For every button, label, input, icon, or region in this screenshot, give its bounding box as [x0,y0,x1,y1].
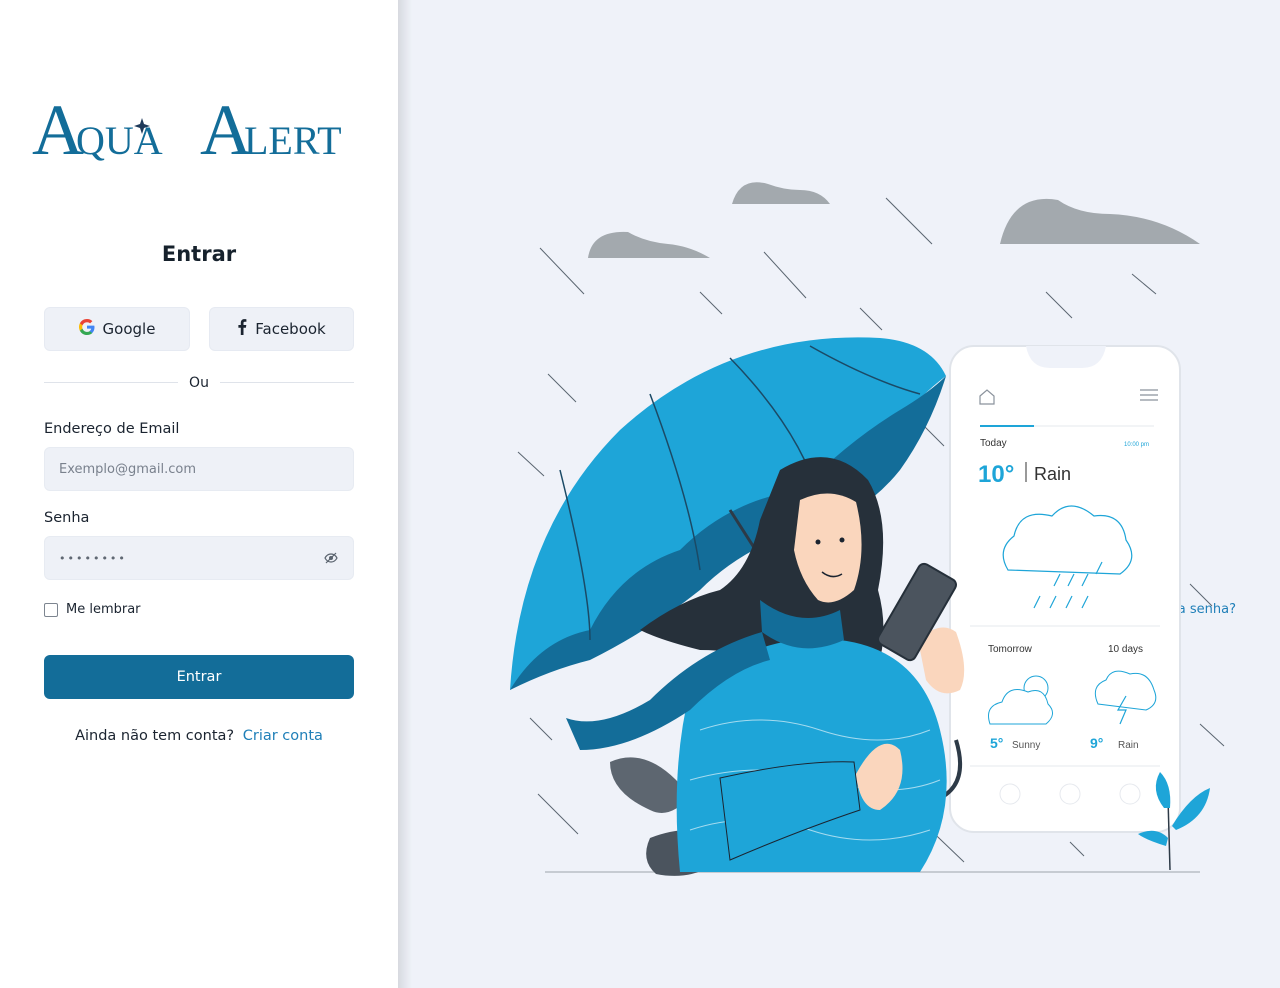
eye-off-icon[interactable] [323,550,339,566]
aqua-alert-logo: A QUA A LERT [32,90,377,170]
phone-tomorrow-condition: Sunny [1012,740,1040,751]
facebook-login-button[interactable]: Facebook [209,307,354,351]
panel-shadow [398,0,412,988]
phone-tomorrow-temp: 5° [990,735,1003,751]
google-login-button[interactable]: Google [44,307,190,351]
phone-illustration: Today 10:00 pm 10° Rain Tomorrow 10 days… [949,345,1181,833]
phone-condition: Rain [1034,464,1071,484]
phone-time: 10:00 pm [1124,442,1149,448]
password-label: Senha [44,510,90,526]
facebook-button-label: Facebook [255,320,326,338]
create-account-link[interactable]: Criar conta [243,728,323,744]
divider-text: Ou [189,375,209,391]
phone-temp: 10° [978,461,1014,488]
weather-illustration: Today 10:00 pm 10° Rain Tomorrow 10 days… [500,170,1240,890]
email-label: Endereço de Email [44,421,180,437]
remember-label: Me lembrar [66,602,141,617]
password-input[interactable]: •••••••• [44,536,354,580]
svg-text:LERT: LERT [244,118,342,163]
remember-checkbox[interactable] [44,602,58,617]
signup-prompt: Ainda não tem conta? Criar conta [0,728,398,744]
or-divider: Ou [44,375,354,391]
google-icon [78,319,95,339]
password-value: •••••••• [59,551,127,565]
email-input[interactable] [44,447,354,491]
phone-tomorrow-label: Tomorrow [988,644,1033,655]
phone-today-label: Today [980,438,1007,449]
cloud-small-left [588,231,710,258]
google-button-label: Google [102,320,156,338]
phone-ten-days-condition: Rain [1118,740,1139,751]
page-title: Entrar [161,242,237,266]
phone-ten-days-temp: 9° [1090,735,1103,751]
cloud-small-top [732,182,830,204]
divider-line-right [220,382,354,383]
remember-me[interactable]: Me lembrar [44,602,141,617]
signup-prompt-text: Ainda não tem conta? [75,728,235,744]
cloud-large-right [1000,198,1200,244]
facebook-icon [237,319,247,339]
phone-ten-days-label: 10 days [1108,644,1143,655]
svg-text:QUA: QUA [76,118,163,163]
login-submit-button[interactable]: Entrar [44,655,354,699]
